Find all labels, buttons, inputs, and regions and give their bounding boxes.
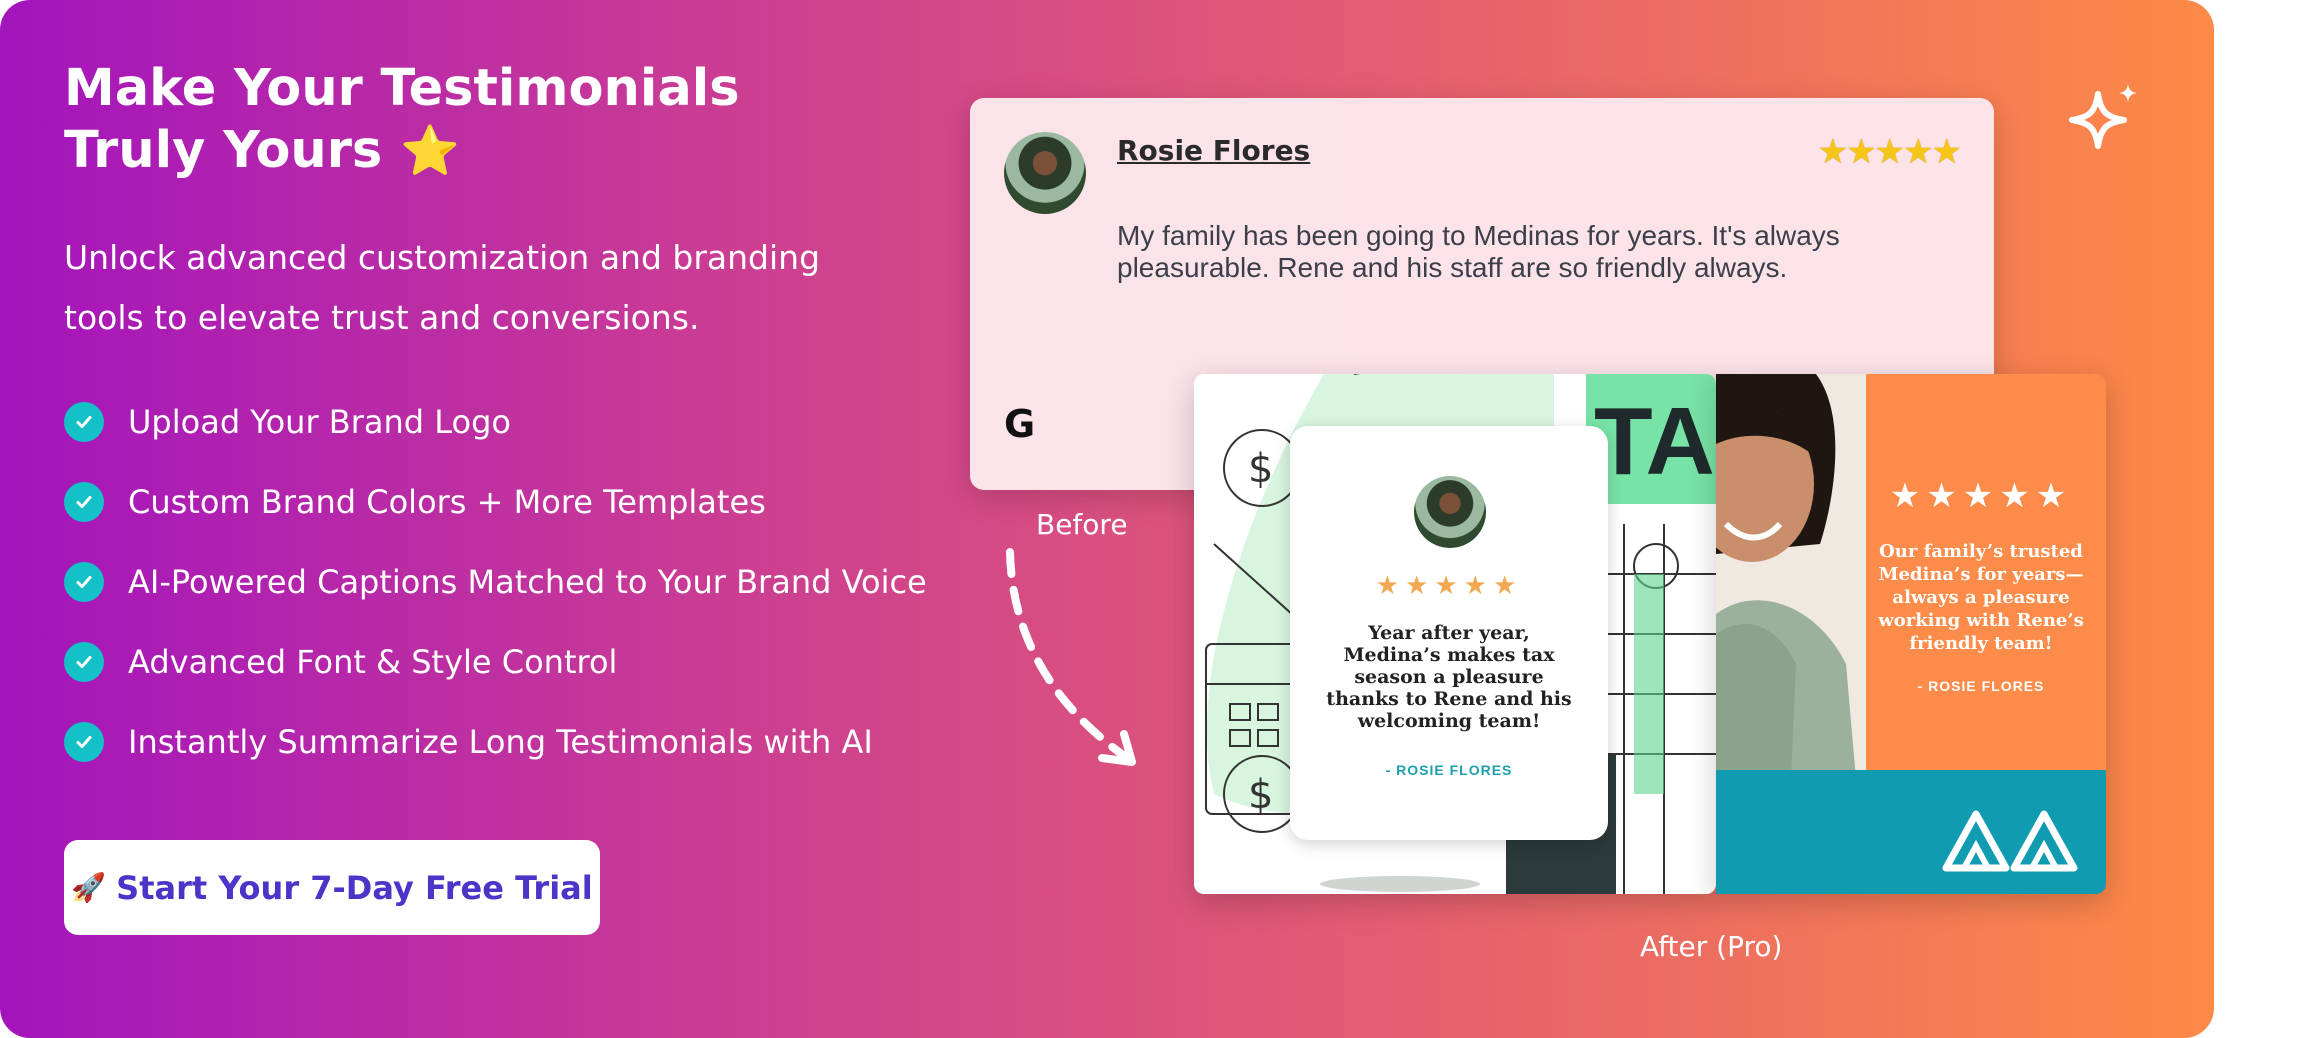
feature-item: AI-Powered Captions Matched to Your Bran…: [64, 542, 927, 622]
title-line-2-text: Truly Yours: [64, 121, 383, 180]
feature-label: AI-Powered Captions Matched to Your Bran…: [128, 563, 927, 601]
testimonial-author: - ROSIE FLORES: [1917, 678, 2045, 694]
star-emoji-icon: ⭐: [400, 123, 460, 179]
star-rating: ★★★★★: [1817, 133, 1962, 171]
page-title: Make Your Testimonials Truly Yours ⭐: [64, 58, 924, 182]
check-icon: [64, 482, 104, 522]
template-card-brand: ★★★★★ Our family’s trusted Medina’s for …: [1716, 374, 2106, 894]
rocket-icon: 🚀: [71, 871, 107, 904]
feature-label: Instantly Summarize Long Testimonials wi…: [128, 723, 873, 761]
feature-label: Custom Brand Colors + More Templates: [128, 483, 766, 521]
brand-logo-icon: [1942, 810, 2078, 872]
feature-label: Advanced Font & Style Control: [128, 643, 618, 681]
testimonial-author: - ROSIE FLORES: [1385, 762, 1513, 778]
promo-banner: Make Your Testimonials Truly Yours ⭐ Unl…: [0, 0, 2214, 1038]
subtitle-line-1: Unlock advanced customization and brandi…: [64, 238, 821, 277]
subtitle: Unlock advanced customization and brandi…: [64, 228, 944, 348]
dashed-arrow-icon: [1006, 548, 1136, 766]
star-rating: ★★★★★: [1375, 570, 1523, 600]
avatar: [1004, 132, 1086, 214]
check-icon: [64, 402, 104, 442]
svg-text:$: $: [1248, 772, 1273, 818]
google-icon: G: [1004, 402, 1036, 446]
tax-text: TAX: [1594, 388, 1716, 495]
title-line-2: Truly Yours ⭐: [64, 120, 924, 182]
review-text: My family has been going to Medinas for …: [1117, 220, 1840, 283]
after-templates: TAX: [1194, 374, 2106, 894]
reviewer-name[interactable]: Rosie Flores: [1117, 134, 1310, 167]
title-line-1: Make Your Testimonials: [64, 59, 740, 118]
sparkle-icon: [2069, 84, 2137, 149]
subtitle-line-2: tools to elevate trust and conversions.: [64, 298, 700, 337]
feature-item: Advanced Font & Style Control: [64, 622, 927, 702]
check-icon: [64, 642, 104, 682]
feature-label: Upload Your Brand Logo: [128, 403, 511, 441]
feature-item: Custom Brand Colors + More Templates: [64, 462, 927, 542]
after-label: After (Pro): [1640, 930, 1783, 963]
feature-item: Upload Your Brand Logo: [64, 382, 927, 462]
feature-list: Upload Your Brand Logo Custom Brand Colo…: [64, 382, 927, 782]
feature-item: Instantly Summarize Long Testimonials wi…: [64, 702, 927, 782]
testimonial-quote: Our family’s trusted Medina’s for years—…: [1878, 541, 2084, 654]
svg-text:$: $: [1248, 446, 1273, 492]
star-rating: ★★★★★: [1889, 477, 2073, 515]
start-trial-label: Start Your 7-Day Free Trial: [116, 868, 593, 907]
before-label: Before: [1036, 508, 1128, 541]
testimonial-card: ★★★★★ Year after year, Medina’s makes ta…: [1290, 426, 1608, 840]
check-icon: [64, 722, 104, 762]
avatar: [1414, 476, 1486, 548]
check-icon: [64, 562, 104, 602]
testimonial-quote: Year after year, Medina’s makes tax seas…: [1326, 622, 1572, 732]
template-card-light: TAX: [1194, 374, 1716, 894]
start-trial-button[interactable]: 🚀 Start Your 7-Day Free Trial: [64, 840, 600, 935]
